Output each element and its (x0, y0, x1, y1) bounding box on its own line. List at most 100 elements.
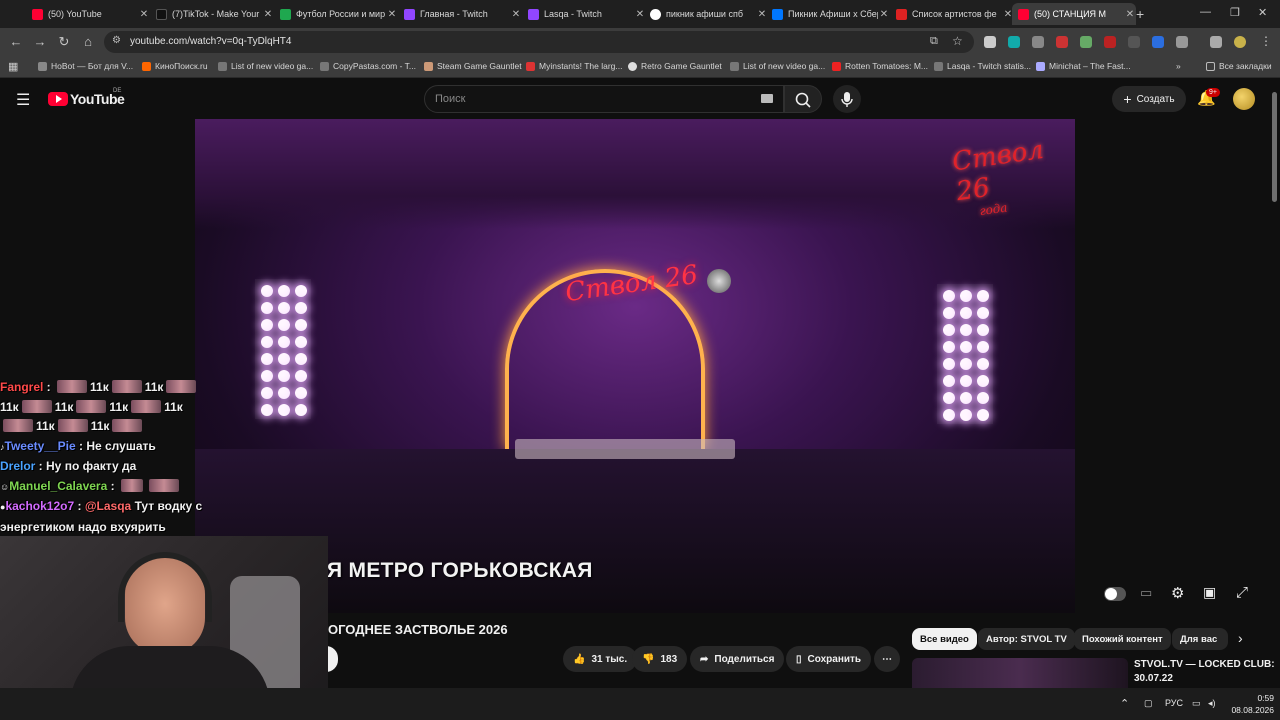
save-button[interactable]: ▯ Сохранить (786, 646, 872, 672)
minimize-icon[interactable]: — (1200, 6, 1211, 18)
bookmark[interactable]: Minichat – The Fast... (1036, 61, 1131, 71)
browser-tab[interactable]: Футбол России и мир ✕ (274, 3, 398, 25)
bookmark-icon (934, 61, 943, 71)
tray-icon[interactable]: ▢ (1144, 698, 1153, 709)
bookmark-icon (142, 61, 151, 71)
back-icon[interactable]: ← (8, 34, 24, 50)
browser-tab[interactable]: пикник афиши спб ✕ (644, 3, 768, 25)
address-bar[interactable]: ⚙ youtube.com/watch?v=0q-TyDlqHT4 ⧉ ☆ (104, 31, 974, 53)
bookmark[interactable]: CopyPastas.com - T... (320, 61, 416, 71)
language-indicator[interactable]: РУС (1165, 698, 1183, 708)
puzzle-icon[interactable] (1176, 36, 1188, 48)
menu-dots-icon[interactable]: ⋮ (1260, 34, 1272, 48)
light-bulb (977, 307, 989, 319)
close-window-icon[interactable]: ✕ (1258, 6, 1267, 19)
close-icon[interactable]: ✕ (1124, 9, 1136, 20)
bookmark[interactable]: HoBot — Бот для V... (38, 61, 133, 71)
plus-icon[interactable]: + (1136, 6, 1144, 22)
recommended-title[interactable]: STVOL.TV — LOCKED CLUB: 30.07.22 (1134, 658, 1275, 686)
light-bulb (261, 336, 273, 348)
chevron-right-icon[interactable]: › (1238, 630, 1243, 646)
extension-icon[interactable] (1080, 36, 1092, 48)
browser-tab[interactable]: Список артистов фе ✕ (890, 3, 1014, 25)
monitor-icon[interactable]: ▭ (1192, 698, 1201, 709)
chat-username: Tweety__Pie (4, 438, 76, 453)
more-options-icon[interactable]: ⋯ (874, 646, 900, 672)
youtube-header: ☰ YouTube DE Поиск + Создать 🔔 9+ (0, 79, 1280, 119)
browser-tab[interactable]: Lasqa - Twitch ✕ (522, 3, 646, 25)
browser-tab-active[interactable]: (50) СТАНЦИЯ М ✕ (1012, 3, 1136, 25)
chip-author[interactable]: Автор: STVOL TV (978, 628, 1075, 650)
recommended-thumbnail[interactable] (912, 658, 1128, 688)
close-icon[interactable]: ✕ (386, 9, 398, 20)
tab-title: (7)TikTok - Make Your (172, 9, 260, 19)
apps-icon[interactable]: ▦ (8, 60, 18, 73)
extension-icon[interactable] (1104, 36, 1116, 48)
close-icon[interactable]: ✕ (878, 9, 890, 20)
extension-icon[interactable] (1032, 36, 1044, 48)
site-info-icon[interactable]: ⚙ (112, 35, 121, 46)
browser-tab[interactable]: Пикник Афиши x Сбер ✕ (766, 3, 890, 25)
dislike-button[interactable]: 👎 183 (632, 646, 688, 672)
tab-title: Пикник Афиши x Сбер (788, 9, 878, 19)
extension-icon[interactable] (1128, 36, 1140, 48)
bookmarks-overflow-icon[interactable]: » (1176, 61, 1181, 71)
create-button[interactable]: + Создать (1112, 86, 1186, 112)
home-icon[interactable]: ⌂ (80, 34, 96, 50)
browser-tab[interactable]: (50) YouTube ✕ (26, 3, 150, 25)
volume-icon[interactable]: ◂) (1208, 698, 1216, 709)
restore-icon[interactable]: ❐ (1230, 6, 1240, 19)
close-icon[interactable]: ✕ (510, 9, 522, 20)
chip-for-you[interactable]: Для вас (1172, 628, 1228, 650)
bookmark[interactable]: List of new video ga... (218, 61, 313, 71)
fullscreen-icon[interactable]: ⤢ (1236, 584, 1248, 601)
light-bulb (261, 404, 273, 416)
emote-icon (111, 380, 142, 393)
install-icon[interactable]: ⧉ (930, 35, 938, 48)
close-icon[interactable]: ✕ (262, 9, 274, 20)
forward-icon[interactable]: → (32, 34, 48, 50)
miniplayer-icon[interactable]: ▣ (1203, 584, 1216, 601)
page-scrollbar[interactable] (1272, 92, 1277, 202)
extension-icon[interactable] (1056, 36, 1068, 48)
voice-search-button[interactable] (833, 85, 861, 113)
chevron-up-icon[interactable]: ⌃ (1120, 697, 1129, 710)
bookmark[interactable]: Lasqa - Twitch statis... (934, 61, 1031, 71)
light-bulb (295, 285, 307, 297)
avatar[interactable] (1233, 88, 1255, 110)
search-button[interactable] (784, 85, 822, 113)
close-icon[interactable]: ✕ (138, 9, 150, 20)
emote-icon (112, 419, 143, 432)
chip-related[interactable]: Похожий контент (1074, 628, 1171, 650)
autoplay-switch[interactable] (1104, 587, 1126, 601)
plus-icon: + (1123, 91, 1132, 107)
like-button[interactable]: 👍 31 тыс. (563, 646, 638, 672)
search-input[interactable]: Поиск (424, 85, 784, 113)
bookmark[interactable]: КиноПоиск.ru (142, 61, 208, 71)
profile-icon[interactable] (1234, 36, 1246, 48)
all-bookmarks[interactable]: Все закладки (1206, 61, 1272, 71)
light-bulb (977, 290, 989, 302)
bookmark[interactable]: Myinstants! The larg... (526, 61, 622, 71)
bookmark[interactable]: List of new video ga... (730, 61, 825, 71)
settings-gear-icon[interactable]: ⚙ (1171, 584, 1184, 602)
hamburger-menu-icon[interactable]: ☰ (16, 90, 30, 110)
browser-tab[interactable]: (7)TikTok - Make Your ✕ (150, 3, 274, 25)
browser-tab[interactable]: Главная - Twitch ✕ (398, 3, 522, 25)
extension-icon[interactable] (1152, 36, 1164, 48)
media-icon[interactable] (1210, 36, 1222, 48)
bookmark[interactable]: Steam Game Gauntlet (424, 61, 522, 71)
clock[interactable]: 0:59 08.08.2026 (1222, 692, 1274, 716)
star-icon[interactable]: ☆ (952, 34, 963, 48)
keyboard-icon[interactable] (761, 94, 773, 103)
extension-icon[interactable] (984, 36, 996, 48)
bookmark[interactable]: Retro Game Gauntlet (628, 61, 722, 71)
reload-icon[interactable]: ↻ (56, 34, 72, 50)
light-bulb (261, 285, 273, 297)
bookmark[interactable]: Rotten Tomatoes: M... (832, 61, 928, 71)
share-button[interactable]: ➦ Поделиться (690, 646, 785, 672)
extension-icon[interactable] (1008, 36, 1020, 48)
chip-all[interactable]: Все видео (912, 628, 977, 650)
subtitles-icon[interactable]: ▭ (1140, 585, 1152, 601)
youtube-logo-icon[interactable] (48, 92, 68, 106)
